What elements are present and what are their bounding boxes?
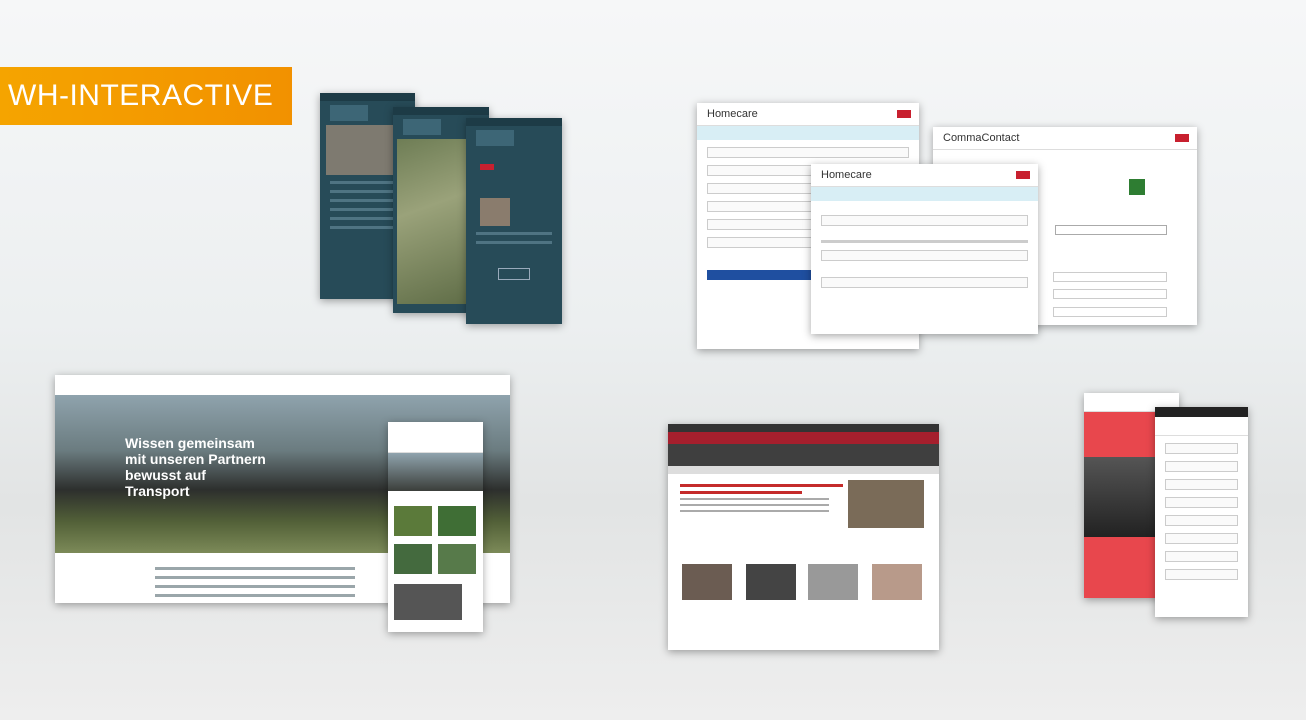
homecare-title: Homecare	[697, 103, 919, 126]
logo-icon	[1016, 171, 1030, 179]
logo-icon	[897, 110, 911, 118]
logo-icon	[1175, 134, 1189, 142]
commacontact-title: CommaContact	[933, 127, 1197, 150]
hero-line-2: mit unseren Partnern	[125, 451, 266, 467]
brand-label: WH-INTERACTIVE	[0, 67, 292, 125]
news-website	[668, 424, 939, 650]
hero-line-4: Transport	[125, 483, 190, 499]
app-screenshot-phone-3	[466, 118, 562, 324]
train-mobile-screenshot	[388, 422, 483, 632]
hero-line-1: Wissen gemeinsam	[125, 435, 255, 451]
homecare-small-title: Homecare	[811, 164, 1038, 187]
homecare-form-small: Homecare	[811, 164, 1038, 334]
red-app-phone-front	[1155, 407, 1248, 617]
hero-line-3: bewusst auf	[125, 467, 206, 483]
